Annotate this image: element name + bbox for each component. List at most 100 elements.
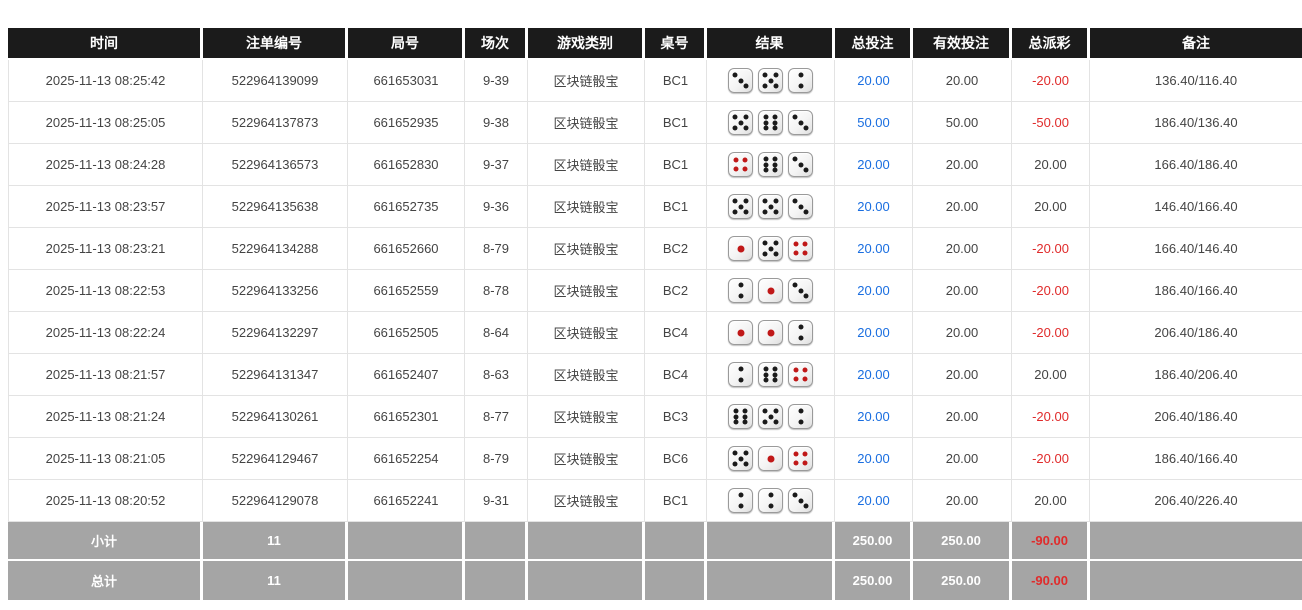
cell-result (707, 144, 835, 186)
cell-round-no: 661652254 (348, 438, 465, 480)
subtotal-row: 小计 11 250.00 250.00 -90.00 (8, 522, 1302, 561)
cell-table-no: BC3 (645, 396, 707, 438)
cell-game-type: 区块链骰宝 (528, 480, 645, 522)
table-row: 2025-11-13 08:24:28 522964136573 6616528… (8, 144, 1302, 186)
header-remark: 备注 (1090, 28, 1302, 60)
cell-time: 2025-11-13 08:23:21 (8, 228, 203, 270)
cell-total-bet: 20.00 (835, 354, 913, 396)
cell-result (707, 228, 835, 270)
cell-session: 9-38 (465, 102, 528, 144)
subtotal-valid-bet: 250.00 (913, 522, 1012, 561)
cell-bet-id: 522964129467 (203, 438, 348, 480)
subtotal-empty-round (348, 522, 465, 561)
cell-total-bet: 50.00 (835, 102, 913, 144)
cell-round-no: 661652935 (348, 102, 465, 144)
cell-valid-bet: 20.00 (913, 228, 1012, 270)
cell-remark: 186.40/136.40 (1090, 102, 1302, 144)
cell-payout: -20.00 (1012, 438, 1090, 480)
bet-history-table: 时间 注单编号 局号 场次 游戏类别 桌号 结果 总投注 有效投注 总派彩 备注… (8, 28, 1302, 600)
cell-bet-id: 522964129078 (203, 480, 348, 522)
cell-time: 2025-11-13 08:22:24 (8, 312, 203, 354)
dice-result (707, 110, 834, 135)
cell-bet-id: 522964131347 (203, 354, 348, 396)
cell-session: 9-37 (465, 144, 528, 186)
die-face-6 (728, 404, 753, 429)
dice-result (707, 446, 834, 471)
dice-result (707, 362, 834, 387)
cell-time: 2025-11-13 08:23:57 (8, 186, 203, 228)
cell-table-no: BC1 (645, 102, 707, 144)
subtotal-empty-table (645, 522, 707, 561)
cell-payout: -20.00 (1012, 312, 1090, 354)
cell-round-no: 661653031 (348, 60, 465, 102)
cell-session: 8-78 (465, 270, 528, 312)
die-face-1 (728, 320, 753, 345)
cell-session: 8-79 (465, 438, 528, 480)
cell-result (707, 396, 835, 438)
cell-result (707, 354, 835, 396)
die-face-5 (728, 110, 753, 135)
cell-game-type: 区块链骰宝 (528, 186, 645, 228)
cell-table-no: BC1 (645, 144, 707, 186)
die-face-3 (788, 152, 813, 177)
cell-round-no: 661652559 (348, 270, 465, 312)
die-face-5 (728, 446, 753, 471)
cell-valid-bet: 20.00 (913, 270, 1012, 312)
die-face-4 (788, 362, 813, 387)
die-face-3 (788, 488, 813, 513)
cell-round-no: 661652241 (348, 480, 465, 522)
subtotal-payout: -90.00 (1012, 522, 1090, 561)
bet-history-table-container: 时间 注单编号 局号 场次 游戏类别 桌号 结果 总投注 有效投注 总派彩 备注… (8, 28, 1302, 600)
die-face-6 (758, 362, 783, 387)
cell-result (707, 102, 835, 144)
header-table-no: 桌号 (645, 28, 707, 60)
cell-time: 2025-11-13 08:21:05 (8, 438, 203, 480)
header-valid-bet: 有效投注 (913, 28, 1012, 60)
header-time: 时间 (8, 28, 203, 60)
cell-session: 9-31 (465, 480, 528, 522)
cell-bet-id: 522964134288 (203, 228, 348, 270)
cell-result (707, 60, 835, 102)
cell-session: 8-64 (465, 312, 528, 354)
die-face-1 (758, 278, 783, 303)
cell-valid-bet: 20.00 (913, 144, 1012, 186)
header-bet-id: 注单编号 (203, 28, 348, 60)
die-face-3 (788, 194, 813, 219)
total-label: 总计 (8, 561, 203, 600)
total-empty-table (645, 561, 707, 600)
cell-time: 2025-11-13 08:25:42 (8, 60, 203, 102)
cell-time: 2025-11-13 08:21:57 (8, 354, 203, 396)
subtotal-empty-game (528, 522, 645, 561)
cell-payout: 20.00 (1012, 354, 1090, 396)
table-header: 时间 注单编号 局号 场次 游戏类别 桌号 结果 总投注 有效投注 总派彩 备注 (8, 28, 1302, 60)
cell-session: 9-39 (465, 60, 528, 102)
cell-total-bet: 20.00 (835, 60, 913, 102)
header-total-bet: 总投注 (835, 28, 913, 60)
die-face-2 (788, 320, 813, 345)
cell-valid-bet: 20.00 (913, 354, 1012, 396)
cell-session: 8-63 (465, 354, 528, 396)
cell-result (707, 312, 835, 354)
cell-game-type: 区块链骰宝 (528, 354, 645, 396)
die-face-5 (758, 68, 783, 93)
cell-round-no: 661652407 (348, 354, 465, 396)
cell-game-type: 区块链骰宝 (528, 144, 645, 186)
cell-valid-bet: 20.00 (913, 480, 1012, 522)
die-face-2 (728, 278, 753, 303)
cell-game-type: 区块链骰宝 (528, 60, 645, 102)
die-face-2 (788, 68, 813, 93)
cell-payout: 20.00 (1012, 480, 1090, 522)
cell-bet-id: 522964133256 (203, 270, 348, 312)
die-face-2 (728, 362, 753, 387)
cell-payout: -20.00 (1012, 228, 1090, 270)
die-face-2 (728, 488, 753, 513)
cell-game-type: 区块链骰宝 (528, 228, 645, 270)
die-face-2 (788, 404, 813, 429)
cell-time: 2025-11-13 08:25:05 (8, 102, 203, 144)
table-row: 2025-11-13 08:23:21 522964134288 6616526… (8, 228, 1302, 270)
die-face-6 (758, 110, 783, 135)
cell-table-no: BC1 (645, 480, 707, 522)
die-face-5 (758, 236, 783, 261)
cell-valid-bet: 20.00 (913, 438, 1012, 480)
dice-result (707, 68, 834, 93)
